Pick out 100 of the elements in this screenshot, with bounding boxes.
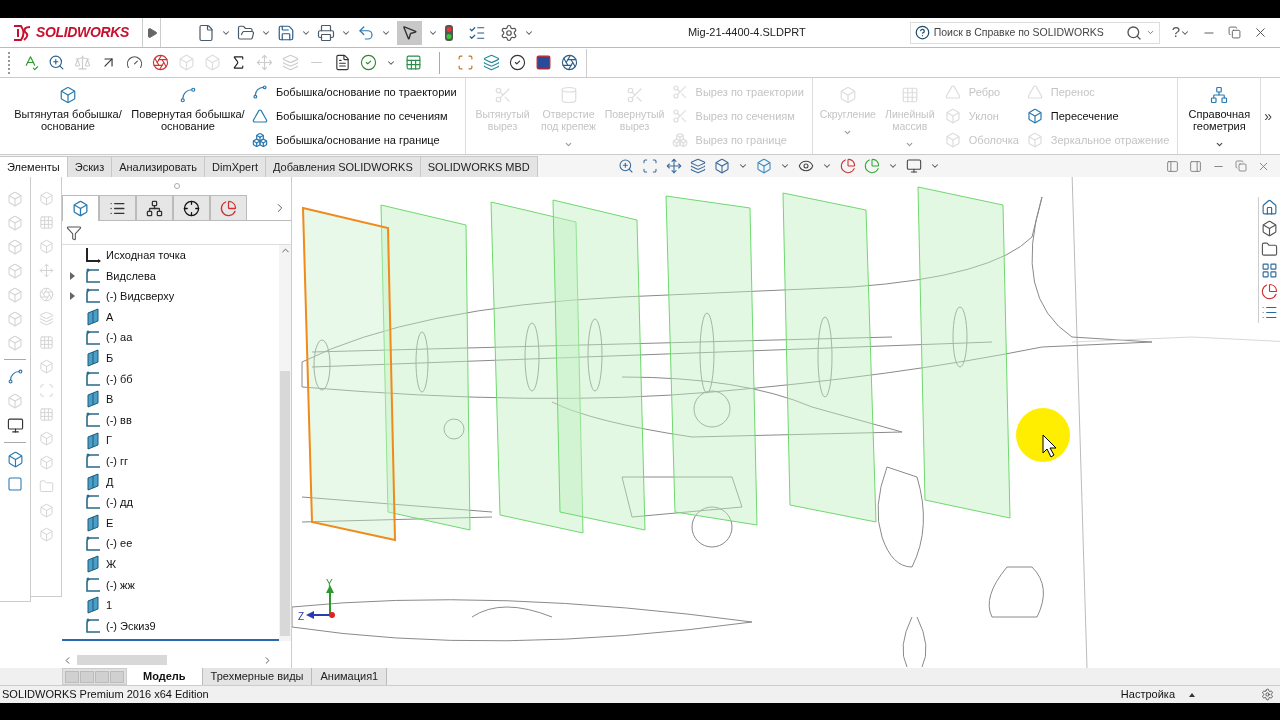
close-icon[interactable]: [1253, 25, 1268, 40]
sketch-icon[interactable]: [6, 368, 24, 385]
scan-icon[interactable]: [457, 54, 474, 71]
filter-icon[interactable]: [66, 224, 82, 241]
plane-icon: [84, 596, 102, 615]
traffic-light-icon[interactable]: [444, 23, 454, 42]
ribbon-tab[interactable]: Добавления SOLIDWORKS: [265, 156, 421, 177]
panel-tab[interactable]: [173, 195, 210, 221]
ribbon-tab[interactable]: Анализировать: [112, 156, 206, 177]
tree-item[interactable]: В: [62, 389, 279, 410]
customize-menu[interactable]: Настройка: [1120, 686, 1175, 703]
model-tab[interactable]: Трехмерные виды: [202, 668, 313, 685]
ribbon-tab[interactable]: Элементы: [0, 156, 68, 177]
tree-item[interactable]: Е: [62, 512, 279, 534]
help-menu[interactable]: ?: [1171, 21, 1180, 44]
tree-item[interactable]: Видслева: [62, 265, 279, 287]
selected-section-plane[interactable]: [301, 206, 397, 542]
ribbon-tool-button[interactable]: Пересечение: [1026, 106, 1170, 126]
tree-item[interactable]: А: [62, 306, 279, 328]
check-icon[interactable]: [360, 54, 377, 71]
tree-item[interactable]: (-) аа: [62, 327, 279, 348]
ribbon-tab[interactable]: DimXpert: [205, 156, 266, 177]
tree-item[interactable]: (-) бб: [62, 368, 279, 390]
aperture-icon[interactable]: [152, 54, 169, 71]
new-file-icon[interactable]: [197, 23, 215, 42]
cube-icon[interactable]: [1261, 220, 1278, 237]
tree-item[interactable]: (-) Видсверху: [62, 286, 279, 307]
vertical-scrollbar[interactable]: [279, 245, 291, 641]
undo-icon[interactable]: [357, 23, 375, 42]
zoom-icon[interactable]: [48, 54, 65, 71]
caret-icon[interactable]: [1189, 692, 1195, 697]
color-wheel-icon[interactable]: [1261, 283, 1278, 300]
tree-item[interactable]: Ж: [62, 553, 279, 575]
tree-item[interactable]: (-) ее: [62, 533, 279, 554]
ribbon-tool-button[interactable]: Бобышка/основание по сечениям: [252, 106, 457, 126]
axis-label: Z: [298, 611, 305, 622]
zoom-icon[interactable]: [617, 158, 634, 174]
cube-icon[interactable]: [755, 158, 772, 174]
home-icon[interactable]: [1261, 199, 1278, 216]
tree-item[interactable]: Б: [62, 347, 279, 369]
expand-arrow-icon[interactable]: [69, 292, 75, 301]
ribbon-tool-button[interactable]: Справочная геометрия: [1182, 86, 1257, 149]
select-button[interactable]: [397, 20, 422, 45]
aperture-icon[interactable]: [561, 54, 578, 71]
tree-item[interactable]: Д: [62, 471, 279, 493]
tool-icon: [559, 86, 578, 104]
ribbon-tool-button[interactable]: Бобышка/основание на границе: [252, 130, 457, 150]
model-tab[interactable]: Анимация1: [312, 668, 388, 685]
model-tab[interactable]: Модель: [127, 668, 203, 685]
expand-arrow-icon[interactable]: [69, 271, 75, 280]
panel-left-icon[interactable]: [1166, 159, 1179, 173]
appearance-icon: [220, 199, 237, 217]
tree-item[interactable]: (-) жж: [62, 574, 279, 596]
ribbon-tool-button[interactable]: Повернутая бобышка/основание: [128, 86, 248, 132]
gauge-icon[interactable]: [126, 54, 143, 71]
spreadsheet-icon[interactable]: [405, 54, 422, 71]
screen-icon[interactable]: [6, 417, 24, 434]
monitor-icon[interactable]: [905, 158, 922, 174]
folder-icon[interactable]: [1261, 241, 1278, 258]
grid-icon[interactable]: [1261, 262, 1278, 279]
more-button[interactable]: »: [1264, 105, 1272, 127]
ribbon-tab[interactable]: SOLIDWORKS MBD: [420, 156, 538, 177]
cube-icon[interactable]: [713, 158, 730, 174]
zoom-area-icon[interactable]: [641, 158, 658, 174]
layers-icon[interactable]: [483, 54, 500, 71]
save-icon[interactable]: [277, 23, 295, 42]
restore-icon[interactable]: [1235, 160, 1247, 172]
help-search-field[interactable]: Поиск в Справке по SOLIDWORKS: [909, 21, 1160, 44]
tree-item[interactable]: Г: [62, 430, 279, 451]
square-icon[interactable]: [535, 54, 552, 71]
configuration-icon: [146, 199, 163, 217]
restore-icon[interactable]: [1228, 26, 1241, 39]
folder-icon[interactable]: [237, 23, 255, 42]
pan-icon[interactable]: [665, 158, 682, 174]
section-icon[interactable]: [689, 158, 706, 174]
cube-icon[interactable]: [6, 451, 24, 468]
ribbon-tool-button[interactable]: Вытянутая бобышка/основание: [8, 86, 128, 132]
document-icon[interactable]: [334, 54, 351, 71]
tree-item[interactable]: Исходная точка: [62, 245, 279, 266]
list-icon[interactable]: [1261, 304, 1278, 321]
panel-tab[interactable]: [99, 195, 136, 221]
settings-icon[interactable]: [500, 23, 518, 42]
ribbon-tool-button[interactable]: Бобышка/основание по траектории: [252, 82, 457, 102]
printer-icon[interactable]: [317, 23, 335, 42]
tree-item[interactable]: (-) Эскиз9: [62, 615, 279, 637]
tree-item[interactable]: (-) дд: [62, 492, 279, 513]
search-input[interactable]: Поиск в Справке по SOLIDWORKS: [933, 24, 1122, 41]
color-wheel-icon[interactable]: [839, 158, 856, 174]
color-wheel-icon[interactable]: [863, 158, 880, 174]
tree-item[interactable]: (-) гг: [62, 450, 279, 472]
tool-icon: [944, 108, 961, 124]
panel-right-icon[interactable]: [1189, 159, 1202, 173]
panel-tab[interactable]: [136, 195, 173, 221]
ribbon-tab[interactable]: Эскиз: [67, 156, 113, 177]
tree-item[interactable]: (-) вв: [62, 409, 279, 431]
settings-icon[interactable]: [1261, 688, 1274, 701]
eye-icon[interactable]: [797, 158, 814, 174]
tree-item[interactable]: 1: [62, 595, 279, 616]
check-icon[interactable]: [509, 54, 526, 71]
tool-icon: [252, 108, 268, 124]
